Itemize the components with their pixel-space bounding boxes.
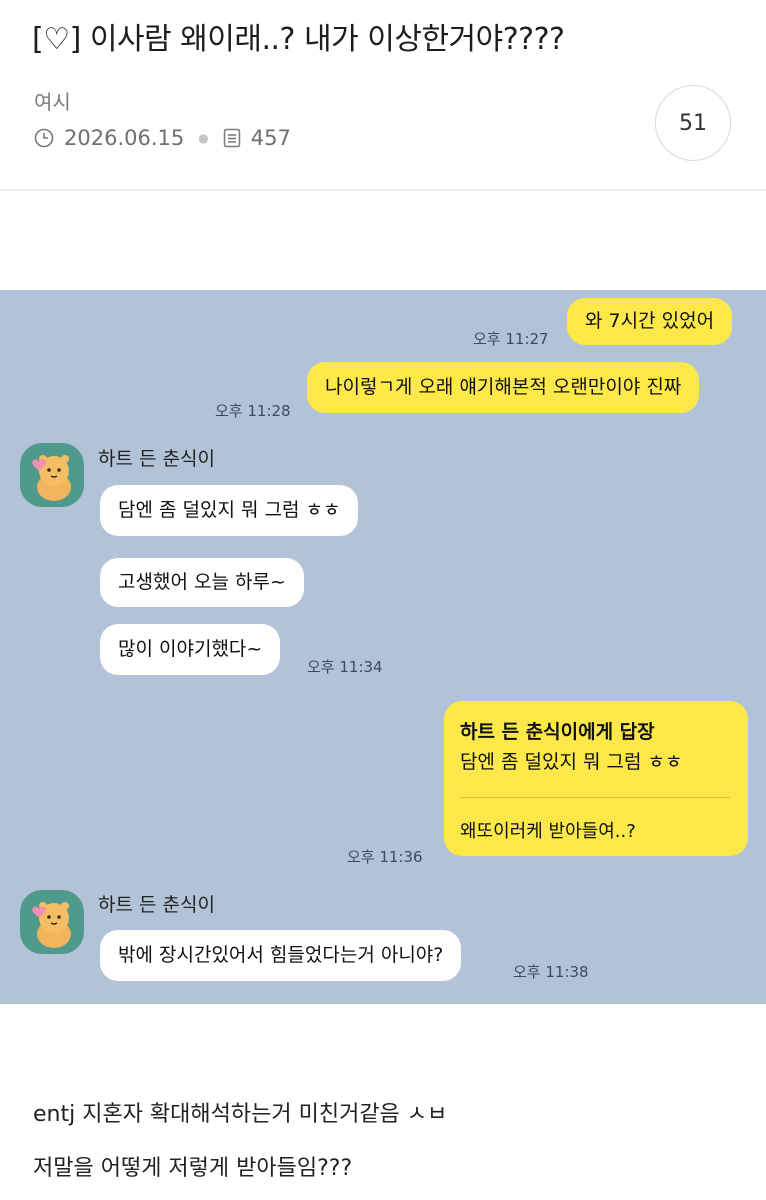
sender-name: 하트 든 춘식이 bbox=[98, 894, 215, 916]
sender-name: 하트 든 춘식이 bbox=[98, 448, 215, 470]
their-message-bubble: 담엔 좀 덜있지 뭐 그럼 ㅎㅎ bbox=[100, 485, 359, 536]
my-reply-bubble: 하트 든 춘식이에게 답장 담엔 좀 덜있지 뭐 그럼 ㅎㅎ 왜또이러케 받아들… bbox=[444, 701, 748, 856]
reply-divider bbox=[460, 797, 730, 798]
comment-count-button[interactable]: 51 bbox=[655, 85, 731, 161]
my-message-bubble: 나이렇ㄱ게 오래 얘기해본적 오랜만이야 진짜 bbox=[307, 362, 700, 413]
post-body-line: 저말을 어떻게 저렇게 받아들임??? bbox=[33, 1156, 353, 1181]
post-views: 457 bbox=[250, 126, 291, 150]
header-divider bbox=[0, 189, 766, 191]
reply-quote: 담엔 좀 덜있지 뭐 그럼 ㅎㅎ bbox=[460, 751, 683, 773]
post-meta: 2026.06.15 ● 457 bbox=[34, 126, 291, 150]
post-date: 2026.06.15 bbox=[64, 126, 185, 150]
avatar bbox=[20, 443, 84, 507]
post-author[interactable]: 여시 bbox=[34, 86, 71, 115]
message-time: 오후 11:28 bbox=[215, 402, 291, 420]
chat-screenshot: 오후 11:27 와 7시간 있었어 오후 11:28 나이렇ㄱ게 오래 얘기해… bbox=[0, 290, 766, 1004]
clock-icon bbox=[34, 128, 54, 148]
their-message-bubble: 많이 이야기했다~ bbox=[100, 624, 281, 675]
their-message-bubble: 고생했어 오늘 하루~ bbox=[100, 558, 304, 607]
post-body-line: entj 지혼자 확대해석하는거 미친거같음 ㅅㅂ bbox=[33, 1102, 448, 1127]
avatar bbox=[20, 890, 84, 954]
their-message-bubble: 밖에 장시간있어서 힘들었다는거 아니야? bbox=[100, 930, 462, 981]
my-message-bubble: 와 7시간 있었어 bbox=[567, 298, 733, 345]
meta-separator-dot: ● bbox=[198, 131, 209, 145]
message-time: 오후 11:27 bbox=[473, 330, 549, 348]
post-title: [♡] 이사람 왜이래..? 내가 이상한거야???? bbox=[32, 22, 565, 57]
message-time: 오후 11:34 bbox=[307, 658, 383, 676]
document-icon bbox=[223, 128, 240, 148]
reply-title: 하트 든 춘식이에게 답장 bbox=[460, 721, 655, 743]
message-time: 오후 11:36 bbox=[347, 848, 423, 866]
message-time: 오후 11:38 bbox=[513, 963, 589, 981]
reply-message: 왜또이러케 받아들여..? bbox=[460, 821, 636, 842]
choonsik-character-icon bbox=[32, 902, 71, 948]
choonsik-character-icon bbox=[32, 455, 71, 501]
